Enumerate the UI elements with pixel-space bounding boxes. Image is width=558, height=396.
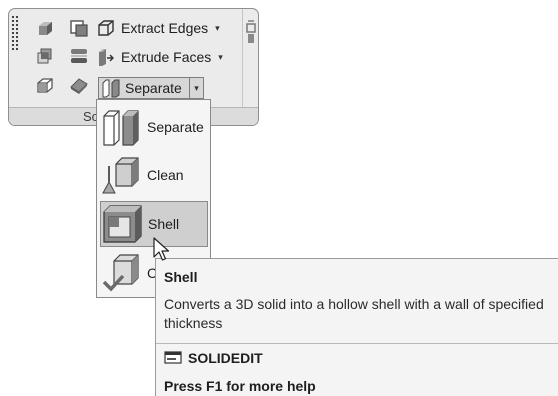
union-icon[interactable] [35, 18, 55, 38]
menu-item-label: Clean [147, 167, 184, 183]
chevron-down-icon[interactable]: ▾ [215, 23, 220, 34]
tooltip-command: SOLIDEDIT [164, 350, 263, 366]
panel-grip[interactable] [11, 15, 19, 51]
extract-edges-icon [98, 20, 114, 36]
tooltip-title: Shell [164, 269, 198, 285]
extrude-faces-icon [99, 49, 114, 66]
check-icon [102, 254, 139, 292]
mouse-cursor-icon [153, 237, 170, 261]
thicken-icon[interactable] [35, 76, 55, 96]
command-line-icon [164, 351, 182, 364]
tooltip-divider [156, 343, 558, 344]
separate-icon [103, 110, 139, 146]
extract-edges-label: Extract Edges [121, 20, 209, 36]
separate-label: Separate [125, 80, 182, 96]
subtract-icon[interactable] [69, 18, 89, 38]
panel-side-strip [242, 9, 258, 109]
chevron-down-icon[interactable]: ▾ [218, 52, 223, 63]
separate-split-button[interactable]: Separate ▾ [98, 77, 204, 99]
shell-tooltip: Shell Converts a 3D solid into a hollow … [155, 258, 558, 396]
shell-icon [103, 205, 142, 243]
tooltip-help: Press F1 for more help [164, 378, 316, 394]
imprint-icon[interactable] [69, 76, 89, 96]
extract-edges-button[interactable]: Extract Edges ▾ [97, 17, 220, 39]
extrude-faces-label: Extrude Faces [121, 49, 212, 65]
menu-item-label: Shell [148, 216, 180, 232]
menu-item-clean[interactable]: Clean [100, 152, 208, 198]
menu-item-label: Separate [147, 119, 204, 135]
menu-item-separate[interactable]: Separate [100, 104, 208, 150]
separate-icon [102, 79, 120, 98]
screenshot-stage: Extract Edges ▾ Extrude Faces ▾ Separate… [0, 0, 558, 396]
slice-icon[interactable] [69, 46, 89, 66]
tooltip-command-name: SOLIDEDIT [188, 350, 263, 366]
chevron-down-icon[interactable]: ▾ [189, 78, 203, 98]
pin-icon[interactable] [246, 20, 256, 44]
tooltip-description: Converts a 3D solid into a hollow shell … [164, 296, 544, 331]
clean-icon [102, 157, 139, 194]
extrude-faces-button[interactable]: Extrude Faces ▾ [97, 46, 223, 68]
interfere-icon[interactable] [35, 46, 55, 66]
